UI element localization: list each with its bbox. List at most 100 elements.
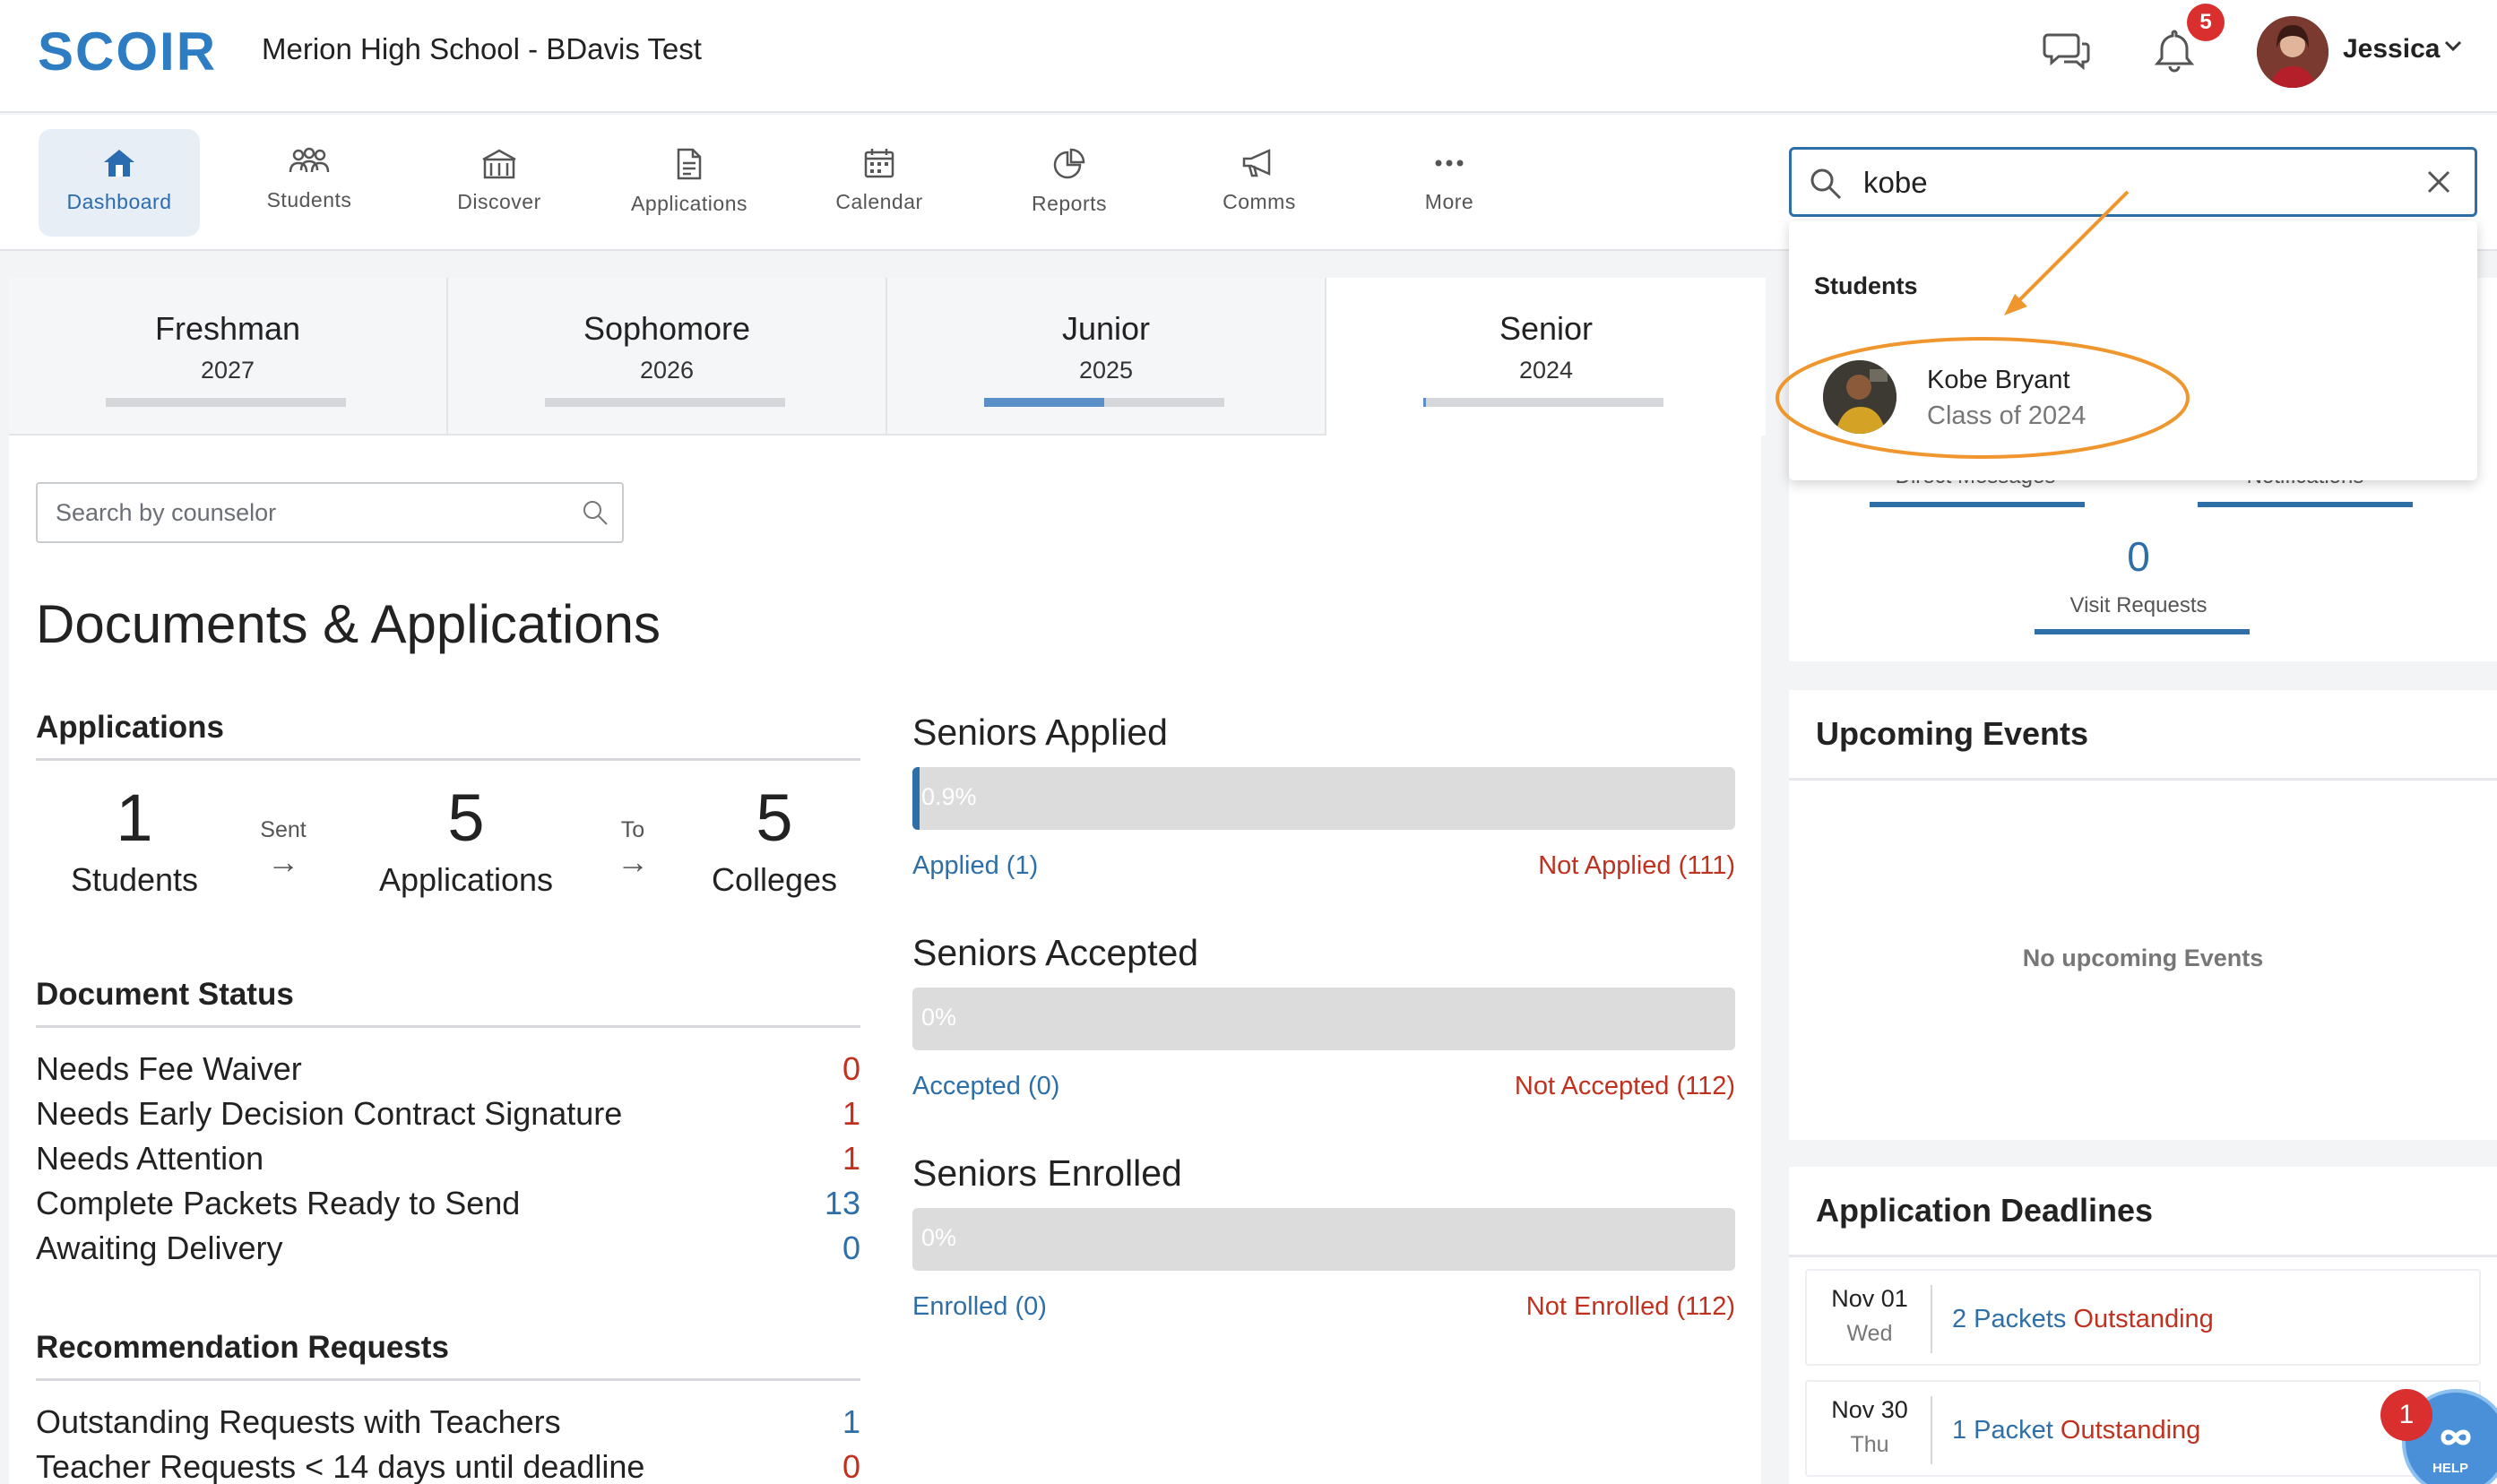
nav-dashboard[interactable]: Dashboard bbox=[39, 129, 200, 237]
recommendation-row[interactable]: Outstanding Requests with Teachers 1 bbox=[36, 1403, 860, 1448]
search-result-student[interactable]: Kobe Bryant Class of 2024 bbox=[1823, 360, 2271, 441]
stat-label: Students bbox=[70, 861, 199, 898]
deadline-row[interactable]: Nov 30 Thu 1 Packet Outstanding bbox=[1805, 1380, 2481, 1477]
divider bbox=[1931, 1396, 1932, 1464]
nav-comms[interactable]: Comms bbox=[1179, 129, 1340, 237]
student-name[interactable]: Kobe Bryant bbox=[1927, 366, 2070, 395]
tab-senior[interactable]: Senior 2024 bbox=[1326, 278, 1766, 436]
recommendation-row[interactable]: Teacher Requests < 14 days until deadlin… bbox=[36, 1448, 860, 1484]
status-row[interactable]: Needs Early Decision Contract Signature … bbox=[36, 1095, 860, 1140]
not-accepted-link[interactable]: Not Accepted (112) bbox=[1515, 1072, 1735, 1101]
tab-year: 2026 bbox=[639, 357, 695, 384]
scoir-logo[interactable]: SCOIR bbox=[38, 22, 221, 81]
nav-label: Students bbox=[266, 188, 352, 211]
nav-label: Reports bbox=[1031, 192, 1108, 215]
tab-name: Junior bbox=[1061, 310, 1151, 347]
stat-number: 5 bbox=[447, 781, 485, 855]
chevron-down-icon[interactable] bbox=[2443, 39, 2463, 52]
progress-percent: 0% bbox=[921, 1224, 957, 1251]
status-label: Teacher Requests < 14 days until deadlin… bbox=[36, 1448, 645, 1484]
nav-more[interactable]: More bbox=[1369, 129, 1530, 237]
visit-requests-label[interactable]: Visit Requests bbox=[2031, 593, 2246, 618]
infinity-icon bbox=[2441, 1429, 2471, 1445]
progress-percent: 0% bbox=[921, 1004, 957, 1031]
status-count[interactable]: 1 bbox=[842, 1403, 860, 1441]
divider bbox=[1789, 778, 2497, 781]
status-row[interactable]: Needs Fee Waiver 0 bbox=[36, 1050, 860, 1095]
status-row[interactable]: Awaiting Delivery 0 bbox=[36, 1229, 860, 1274]
panel-heading: Upcoming Events bbox=[1816, 715, 2089, 752]
seniors-accepted-title: Seniors Accepted bbox=[912, 932, 1199, 973]
nav-label: Comms bbox=[1223, 190, 1296, 213]
sent-arrow: Sent → bbox=[238, 817, 328, 881]
enrolled-link[interactable]: Enrolled (0) bbox=[912, 1292, 1047, 1322]
packet-status[interactable]: Outstanding bbox=[2073, 1305, 2213, 1333]
class-progress-bar bbox=[106, 398, 346, 407]
nav-label: Dashboard bbox=[66, 190, 172, 213]
nav-calendar[interactable]: Calendar bbox=[799, 129, 960, 237]
deadline-summary[interactable]: 2 Packets Outstanding bbox=[1952, 1305, 2214, 1334]
stat-students[interactable]: 1 Students bbox=[27, 780, 242, 899]
user-avatar[interactable] bbox=[2257, 16, 2329, 88]
packet-count[interactable]: 2 Packets bbox=[1952, 1305, 2066, 1333]
nav-label: Applications bbox=[630, 192, 748, 215]
status-count[interactable]: 1 bbox=[842, 1095, 860, 1133]
status-count[interactable]: 0 bbox=[842, 1050, 860, 1088]
close-icon[interactable] bbox=[2424, 168, 2453, 196]
global-search[interactable] bbox=[1789, 147, 2477, 217]
stat-label: Applications bbox=[378, 861, 554, 898]
status-count[interactable]: 0 bbox=[842, 1448, 860, 1484]
not-applied-link[interactable]: Not Applied (111) bbox=[1538, 851, 1735, 881]
status-row[interactable]: Complete Packets Ready to Send 13 bbox=[36, 1185, 860, 1229]
section-heading-applications: Applications bbox=[36, 710, 860, 761]
status-count[interactable]: 1 bbox=[842, 1140, 860, 1178]
not-enrolled-link[interactable]: Not Enrolled (112) bbox=[1526, 1292, 1735, 1322]
deadline-date: Nov 30 bbox=[1831, 1396, 1908, 1423]
seniors-applied-title: Seniors Applied bbox=[912, 712, 1168, 753]
deadline-summary[interactable]: 1 Packet Outstanding bbox=[1952, 1416, 2200, 1445]
svg-text:SCOIR: SCOIR bbox=[38, 22, 217, 81]
nav-students[interactable]: Students bbox=[229, 129, 390, 237]
empty-state: No upcoming Events bbox=[2022, 945, 2264, 971]
global-search-input[interactable] bbox=[1863, 160, 2383, 205]
progress-percent: 0.9% bbox=[921, 783, 977, 810]
class-progress-bar bbox=[1423, 398, 1663, 407]
packet-count[interactable]: 1 Packet bbox=[1952, 1416, 2053, 1445]
stat-number: 1 bbox=[116, 781, 153, 855]
nav-applications[interactable]: Applications bbox=[609, 129, 770, 237]
class-progress-bar bbox=[545, 398, 785, 407]
applied-link[interactable]: Applied (1) bbox=[912, 851, 1038, 881]
counselor-search[interactable] bbox=[36, 482, 624, 543]
accepted-link[interactable]: Accepted (0) bbox=[912, 1072, 1059, 1101]
status-count[interactable]: 13 bbox=[825, 1185, 860, 1222]
search-icon[interactable] bbox=[581, 498, 609, 527]
counselor-search-input[interactable] bbox=[56, 493, 557, 532]
section-heading-recommendations: Recommendation Requests bbox=[36, 1330, 860, 1381]
stat-colleges[interactable]: 5 Colleges bbox=[658, 780, 891, 899]
tab-freshman[interactable]: Freshman 2027 bbox=[9, 278, 448, 436]
status-row[interactable]: Needs Attention 1 bbox=[36, 1140, 860, 1185]
tab-name: Senior bbox=[1499, 310, 1594, 347]
deadline-day: Thu bbox=[1850, 1432, 1889, 1457]
status-label: Needs Early Decision Contract Signature bbox=[36, 1095, 623, 1132]
nav-label: More bbox=[1424, 190, 1474, 213]
visit-requests-count[interactable]: 0 bbox=[2031, 532, 2246, 581]
deadline-date: Nov 01 bbox=[1831, 1285, 1908, 1312]
panel-heading: Application Deadlines bbox=[1816, 1192, 2154, 1229]
packet-status[interactable]: Outstanding bbox=[2061, 1416, 2200, 1445]
deadline-row[interactable]: Nov 01 Wed 2 Packets Outstanding bbox=[1805, 1269, 2481, 1366]
tab-sophomore[interactable]: Sophomore 2026 bbox=[448, 278, 887, 436]
tab-junior[interactable]: Junior 2025 bbox=[887, 278, 1326, 436]
document-icon bbox=[677, 148, 702, 180]
pie-chart-icon bbox=[1053, 148, 1085, 179]
nav-discover[interactable]: Discover bbox=[419, 129, 580, 237]
user-name[interactable]: Jessica bbox=[2343, 34, 2440, 65]
visit-requests-bar bbox=[2035, 629, 2250, 634]
home-icon bbox=[104, 150, 134, 177]
chat-icon[interactable] bbox=[2042, 25, 2092, 75]
status-count[interactable]: 0 bbox=[842, 1229, 860, 1267]
main-content: Freshman 2027 Sophomore 2026 Junior 2025… bbox=[9, 278, 1766, 1484]
stat-applications[interactable]: 5 Applications bbox=[350, 780, 583, 899]
tab-year: 2024 bbox=[1518, 357, 1574, 384]
nav-reports[interactable]: Reports bbox=[989, 129, 1150, 237]
